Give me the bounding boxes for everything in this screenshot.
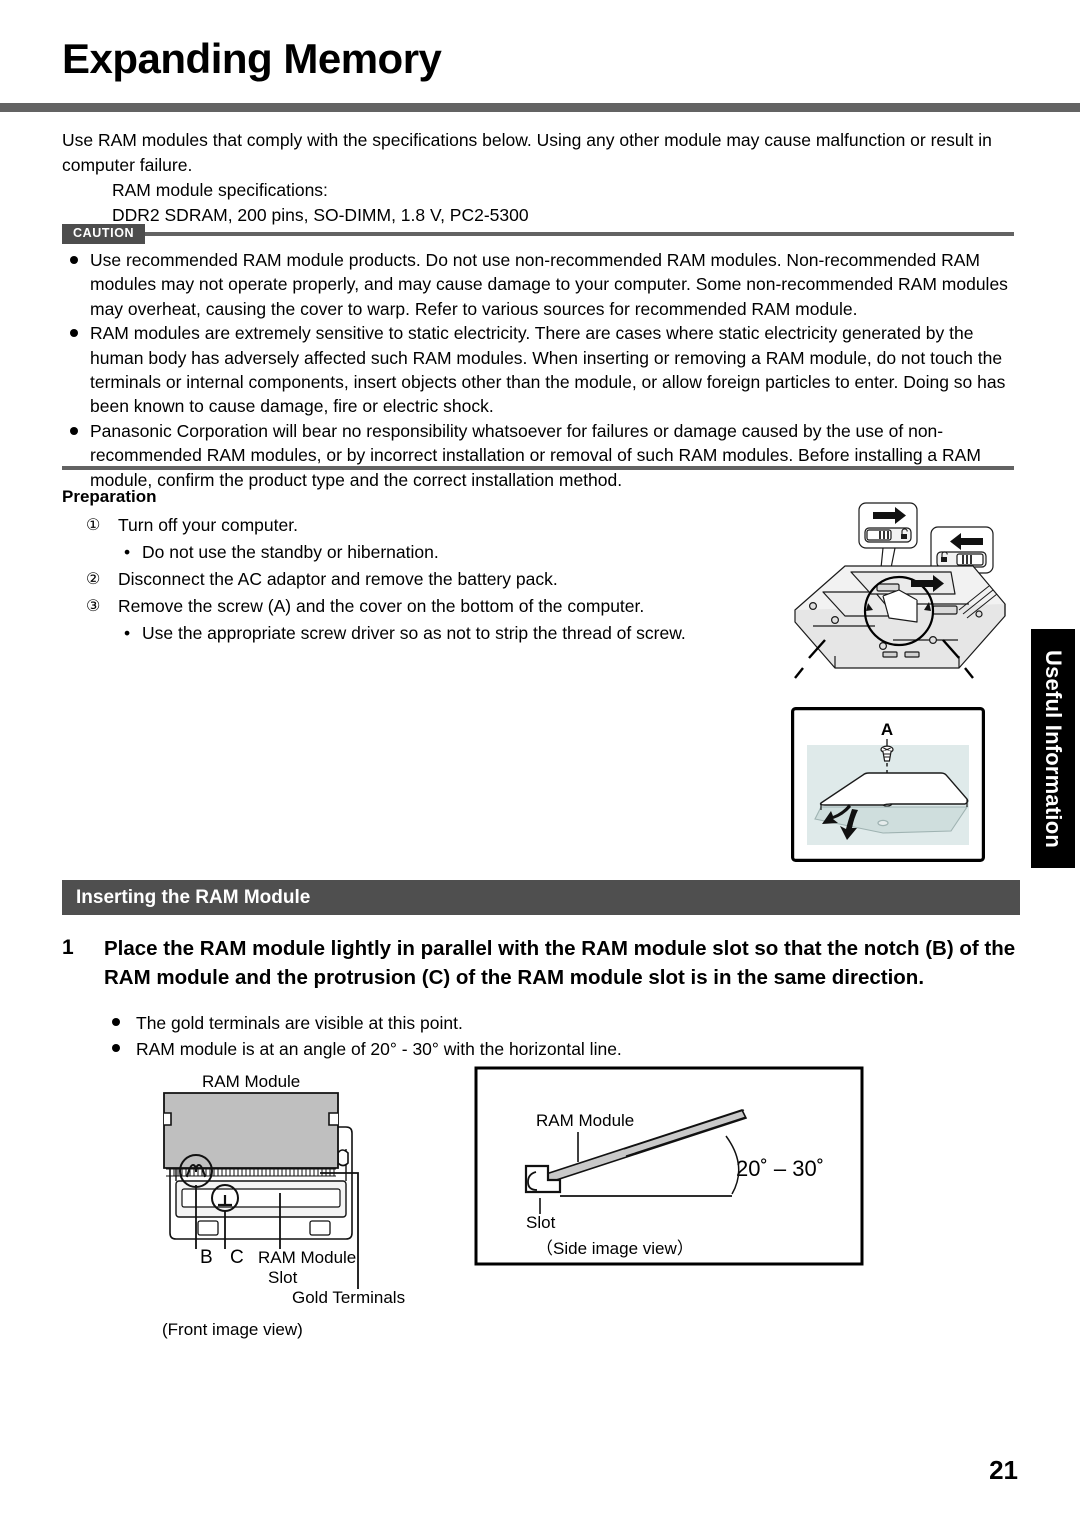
caution-bullet-text: Panasonic Corporation will bear no respo… — [90, 420, 981, 490]
label-ram-module-side: RAM Module — [536, 1111, 634, 1130]
caution-bullet-text: RAM modules are extremely sensitive to s… — [90, 323, 1006, 417]
label-gold-terminals: Gold Terminals — [292, 1288, 405, 1307]
section-header-label: Inserting the RAM Module — [76, 887, 311, 908]
substep-text: Use the appropriate screw driver so as n… — [142, 623, 686, 643]
preparation-substep: • Do not use the standby or hibernation. — [62, 539, 762, 566]
screw-label-a: A — [881, 720, 893, 739]
side-tab-label: Useful Information — [1041, 649, 1066, 848]
title-divider — [0, 103, 1080, 112]
caution-badge: CAUTION — [62, 224, 146, 244]
preparation-step: ② Disconnect the AC adaptor and remove t… — [62, 566, 762, 593]
section-header-bar: Inserting the RAM Module — [62, 880, 1020, 915]
preparation-divider — [62, 466, 1014, 470]
label-ram-module-slot-2: Slot — [268, 1268, 298, 1287]
preparation-substep: • Use the appropriate screw driver so as… — [62, 620, 762, 647]
label-angle: 20˚ – 30˚ — [736, 1156, 824, 1181]
laptop-bottom-illustration — [783, 500, 1023, 710]
caution-header: CAUTION — [62, 224, 1014, 244]
bullet-dot-icon — [70, 426, 78, 435]
preparation-steps: ① Turn off your computer. • Do not use t… — [62, 512, 762, 647]
side-tab-useful-information: Useful Information — [1031, 629, 1075, 868]
caption-side-view: （Side image view） — [536, 1239, 694, 1258]
step-marker: ② — [86, 571, 101, 588]
substep-text: Do not use the standby or hibernation. — [142, 542, 439, 562]
preparation-heading: Preparation — [62, 487, 157, 506]
caution-bullet: Use recommended RAM module products. Do … — [62, 248, 1018, 321]
spec-label: RAM module specifications: — [112, 180, 328, 200]
preparation-step: ③ Remove the screw (A) and the cover on … — [62, 593, 762, 620]
step-marker: ① — [86, 517, 101, 534]
caution-divider — [62, 232, 1014, 236]
bullet-dot-icon — [70, 329, 78, 338]
caution-bullet-text: Use recommended RAM module products. Do … — [90, 250, 1008, 319]
bullet-dot-icon — [112, 1018, 120, 1026]
page-number: 21 — [989, 1455, 1018, 1485]
bullet-dot-icon — [112, 1044, 120, 1052]
step-bullet-text: RAM module is at an angle of 20° - 30° w… — [136, 1039, 622, 1059]
step-text: Turn off your computer. — [118, 515, 298, 535]
step-bullet: RAM module is at an angle of 20° - 30° w… — [104, 1036, 804, 1062]
intro-paragraph: Use RAM modules that comply with the spe… — [62, 130, 992, 175]
substep-marker: • — [124, 623, 131, 643]
front-image-view-diagram: RAM Module B C RAM Module Slot Gold Term… — [140, 1063, 460, 1363]
caution-bullet-list: Use recommended RAM module products. Do … — [62, 248, 1018, 492]
caution-bullet: RAM modules are extremely sensitive to s… — [62, 321, 1018, 419]
label-ram-module-slot-1: RAM Module — [258, 1248, 356, 1267]
label-slot: Slot — [526, 1213, 556, 1232]
step-marker: ③ — [86, 598, 101, 615]
substep-marker: • — [124, 542, 131, 562]
caution-bullet: Panasonic Corporation will bear no respo… — [62, 419, 1018, 492]
step-bullet-list: The gold terminals are visible at this p… — [104, 1010, 804, 1062]
step-text: Remove the screw (A) and the cover on th… — [118, 596, 645, 616]
label-b: B — [200, 1247, 213, 1268]
screw-detail-illustration: A — [791, 707, 985, 862]
label-ram-module-top: RAM Module — [202, 1072, 300, 1091]
step-instruction: Place the RAM module lightly in parallel… — [104, 937, 1016, 989]
step-bullet: The gold terminals are visible at this p… — [104, 1010, 804, 1036]
bullet-dot-icon — [70, 256, 78, 264]
preparation-step: ① Turn off your computer. — [62, 512, 762, 539]
caption-front-view: (Front image view) — [162, 1320, 303, 1339]
step-number: 1 — [62, 936, 74, 959]
step-bullet-text: The gold terminals are visible at this p… — [136, 1013, 463, 1033]
intro-block: Use RAM modules that comply with the spe… — [62, 128, 1014, 228]
side-image-view-diagram: RAM Module Slot 20˚ – 30˚ （Side image vi… — [474, 1066, 864, 1266]
step-text: Disconnect the AC adaptor and remove the… — [118, 569, 558, 589]
document-page: Expanding Memory Use RAM modules that co… — [0, 0, 1080, 1527]
page-title: Expanding Memory — [62, 35, 442, 82]
label-c: C — [230, 1247, 244, 1268]
